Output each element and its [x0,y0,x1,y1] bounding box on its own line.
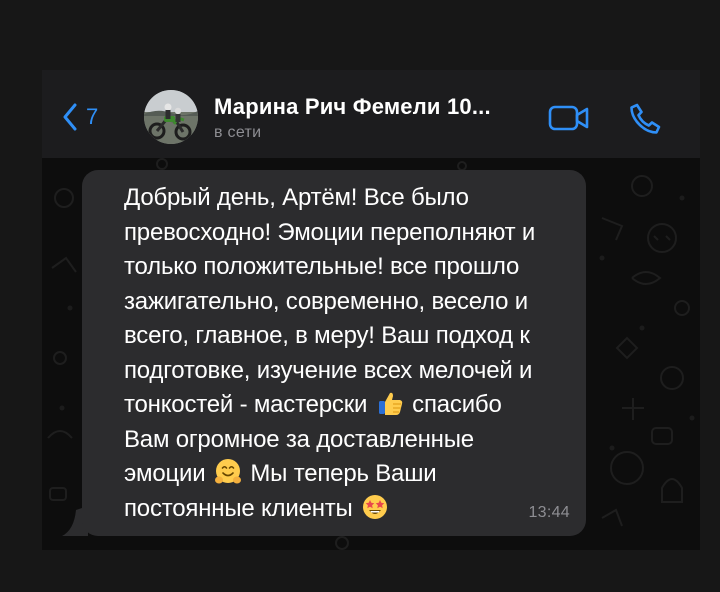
message-line: превосходно! Эмоции переполняют и [124,218,536,246]
message-line: эмоции [124,460,206,487]
online-status: в сети [214,124,262,141]
message-line: всего, главное, в меру! Ваш подход к [124,322,530,349]
avatar[interactable] [144,90,198,144]
message-line: Мы теперь Ваши [250,460,437,487]
chevron-left-icon [63,103,77,131]
message-line: Вам огромное за доставленные [124,425,474,453]
hugging-face-emoji-icon [214,459,241,484]
video-camera-icon [548,105,589,131]
message-line: зажигательно, современно, весело и [124,287,528,315]
video-call-button[interactable] [548,104,590,137]
message-text: Добрый день, Артём! Все было превосходно!… [124,181,566,526]
chat-area[interactable]: Добрый день, Артём! Все было превосходно!… [42,158,700,550]
voice-call-button[interactable] [628,102,662,141]
message-bubble[interactable]: Добрый день, Артём! Все было превосходно!… [82,170,586,536]
message-line: подготовке, изучение всех мелочей и [124,356,533,384]
message-line: спасибо [412,391,502,418]
chat-header: 7 Марина Рич Фемели 10... в сети [42,70,700,158]
thumbs-up-emoji-icon [378,392,402,415]
message-line: только положительные! все прошло [124,253,520,280]
phone-icon [630,103,661,134]
unread-count: 7 [86,104,99,129]
contact-info[interactable]: Марина Рич Фемели 10... в сети [214,94,491,142]
contact-name: Марина Рич Фемели 10... [214,94,491,119]
message-timestamp: 13:44 [528,504,570,521]
message-line: Добрый день, Артём! Все было [124,184,469,211]
message-line: постоянные клиенты [124,494,353,522]
back-button[interactable]: 7 [62,100,98,134]
star-struck-emoji-icon [363,494,388,519]
message-line: тонкостей - мастерски [124,391,368,418]
